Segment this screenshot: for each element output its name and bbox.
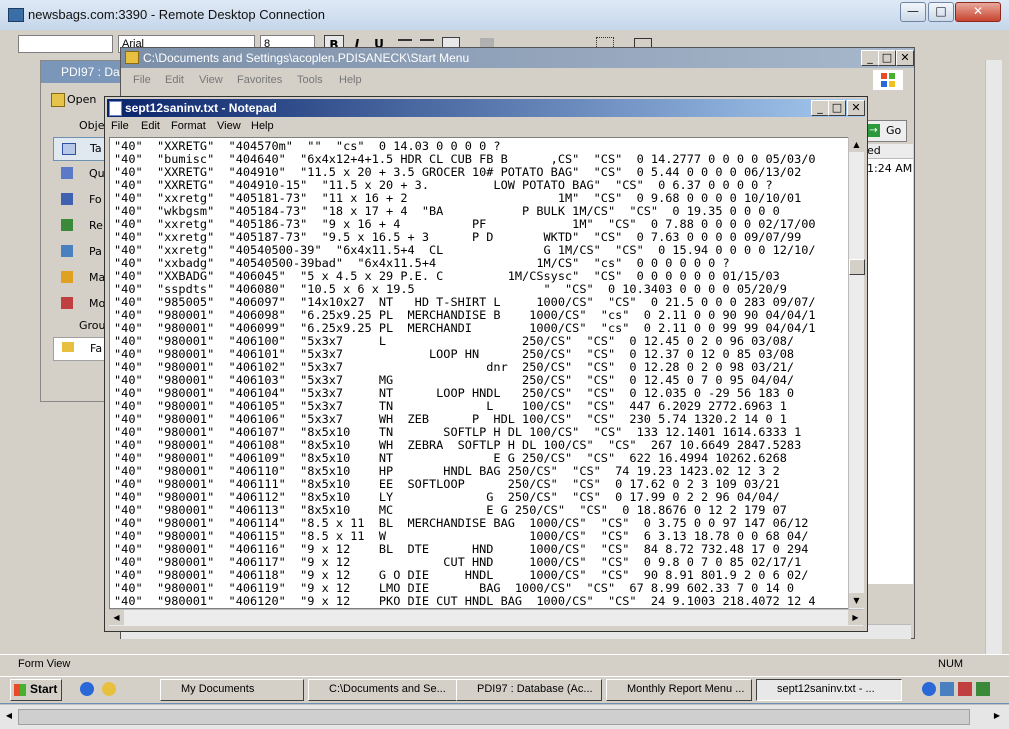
- access-status-bar: Form View NUM: [0, 654, 1009, 675]
- scroll-thumb[interactable]: [849, 259, 865, 275]
- taskbar: Start My Documents C:\Documents and Se..…: [0, 676, 1009, 703]
- taskbar-task-my-documents[interactable]: My Documents: [160, 679, 304, 701]
- db-object-label: Ma: [89, 271, 106, 284]
- explorer-menubar: File Edit View Favorites Tools Help: [121, 70, 911, 90]
- notepad-menu-format[interactable]: Format: [171, 120, 206, 132]
- query-icon: [61, 167, 73, 179]
- folder-icon: [125, 51, 139, 64]
- taskbar-task-monthly-report-menu[interactable]: Monthly Report Menu ...: [606, 679, 752, 701]
- rdp-title-bar: newsbags.com:3390 - Remote Desktop Conne…: [0, 0, 1009, 31]
- notepad-titlebar: sept12saninv.txt - Notepad _ □ ✕: [107, 99, 865, 117]
- notepad-menu-edit[interactable]: Edit: [141, 120, 160, 132]
- start-label: Start: [30, 682, 58, 696]
- explorer-titlebar: C:\Documents and Settings\acoplen.PDISAN…: [121, 48, 914, 68]
- notepad-menu-view[interactable]: View: [217, 120, 241, 132]
- page-icon: [61, 245, 73, 257]
- taskbar-task-pdi97-database[interactable]: PDI97 : Database (Ac...: [456, 679, 602, 701]
- favorites-folder-icon: [62, 342, 74, 352]
- notepad-app-icon: [109, 101, 122, 116]
- open-icon: [51, 93, 65, 107]
- notepad-menubar: File Edit Format View Help: [107, 118, 863, 136]
- taskbar-task-explorer[interactable]: C:\Documents and Se...: [308, 679, 458, 701]
- db-object-label: Pa: [89, 245, 102, 258]
- rdp-scroll-thumb[interactable]: [18, 709, 970, 725]
- help-tray-icon[interactable]: [922, 682, 936, 696]
- windows-logo-icon: [873, 70, 903, 90]
- notepad-close-button[interactable]: ✕: [847, 100, 865, 116]
- explorer-file-list: ed 1:24 AM: [865, 144, 913, 584]
- go-label: Go: [886, 124, 902, 137]
- column-header[interactable]: ed: [865, 144, 913, 159]
- status-text: Form View: [18, 658, 71, 670]
- object-select[interactable]: [18, 35, 113, 53]
- scroll-down-arrow-icon[interactable]: ▼: [849, 593, 864, 608]
- db-object-label: Mo: [89, 297, 106, 310]
- notepad-title: sept12saninv.txt - Notepad: [125, 101, 277, 115]
- notepad-horizontal-scrollbar[interactable]: ◀ ▶: [109, 609, 863, 626]
- db-object-label: Qu: [89, 167, 105, 180]
- rdp-close-button[interactable]: ✕: [955, 2, 1001, 22]
- explorer-menu-file[interactable]: File: [133, 74, 151, 86]
- explorer-menu-view[interactable]: View: [199, 74, 223, 86]
- macro-icon: [61, 271, 73, 283]
- start-button[interactable]: Start: [10, 679, 62, 701]
- security-tray-icon[interactable]: [958, 682, 972, 696]
- notepad-minimize-button[interactable]: _: [811, 100, 829, 116]
- rdp-window-title: newsbags.com:3390 - Remote Desktop Conne…: [28, 7, 325, 22]
- objects-header: Obje: [79, 119, 105, 132]
- explorer-maximize-button[interactable]: □: [878, 50, 896, 66]
- go-arrow-icon: →: [867, 124, 880, 137]
- open-button-label: Open: [67, 93, 97, 106]
- explorer-menu-help[interactable]: Help: [339, 74, 362, 86]
- user-tray-icon[interactable]: [940, 682, 954, 696]
- groups-header: Grou: [79, 319, 106, 332]
- explorer-menu-favorites[interactable]: Favorites: [237, 74, 282, 86]
- rdp-scroll-right-arrow-icon[interactable]: ▶: [990, 709, 1004, 723]
- notepad-menu-file[interactable]: File: [111, 120, 129, 132]
- explorer-close-button[interactable]: ✕: [896, 50, 914, 66]
- table-icon: [62, 143, 76, 155]
- notepad-maximize-button[interactable]: □: [828, 100, 846, 116]
- notepad-text-line: "40" "980001" "406120" "9 x 12 PKO DIE C…: [114, 594, 816, 608]
- network-tray-icon[interactable]: [976, 682, 990, 696]
- scroll-up-arrow-icon[interactable]: ▲: [849, 137, 864, 152]
- database-window-title: PDI97 : Da: [61, 65, 120, 79]
- db-object-label: Fa: [90, 342, 103, 355]
- db-object-label: Fo: [89, 193, 102, 206]
- scroll-right-arrow-icon[interactable]: ▶: [848, 610, 863, 625]
- clock-quicklaunch-icon[interactable]: [102, 682, 116, 696]
- file-modified-time: 1:24 AM: [867, 162, 913, 175]
- rdp-maximize-button[interactable]: □: [928, 2, 954, 22]
- notepad-window: sept12saninv.txt - Notepad _ □ ✕ File Ed…: [104, 96, 868, 632]
- explorer-menu-edit[interactable]: Edit: [165, 74, 184, 86]
- rdp-horizontal-scrollbar[interactable]: ◀ ▶: [0, 704, 1009, 729]
- system-tray: [918, 680, 1006, 700]
- report-icon: [61, 219, 73, 231]
- taskbar-task-notepad[interactable]: sept12saninv.txt - ...: [756, 679, 902, 701]
- go-button[interactable]: → Go: [863, 120, 907, 142]
- notepad-text-area[interactable]: "40" "XXRETG" "404570m" "" "cs" 0 14.03 …: [109, 137, 849, 609]
- form-icon: [61, 193, 73, 205]
- rdp-scroll-left-arrow-icon[interactable]: ◀: [2, 709, 16, 723]
- explorer-minimize-button[interactable]: _: [861, 50, 879, 66]
- ie-quicklaunch-icon[interactable]: [80, 682, 94, 696]
- db-object-label: Ta: [90, 142, 102, 155]
- access-vertical-scrollbar[interactable]: [985, 60, 1002, 670]
- module-icon: [61, 297, 73, 309]
- scroll-left-arrow-icon[interactable]: ◀: [109, 610, 124, 625]
- num-lock-indicator: NUM: [938, 658, 964, 670]
- notepad-vertical-scrollbar[interactable]: ▲ ▼: [848, 137, 865, 609]
- notepad-menu-help[interactable]: Help: [251, 120, 274, 132]
- rdp-minimize-button[interactable]: —: [900, 2, 926, 22]
- rdp-app-icon: [8, 8, 24, 22]
- explorer-menu-tools[interactable]: Tools: [297, 74, 323, 86]
- db-object-label: Re: [89, 219, 103, 232]
- explorer-title: C:\Documents and Settings\acoplen.PDISAN…: [143, 51, 470, 65]
- windows-flag-icon: [14, 684, 26, 696]
